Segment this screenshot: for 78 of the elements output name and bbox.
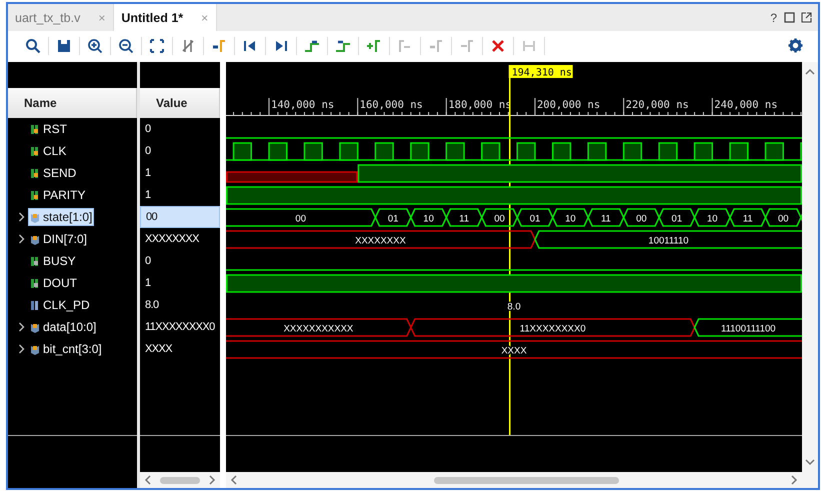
bus-value-label: 10011110 (648, 236, 689, 246)
bus-value-label: 01 (672, 214, 682, 224)
signal-name[interactable]: BUSY (28, 252, 78, 270)
scroll-down-icon[interactable] (805, 458, 815, 466)
signal-value: 1 (144, 188, 152, 203)
real-signal-icon (30, 300, 40, 310)
save-icon[interactable] (56, 38, 72, 54)
zoom-fit-icon[interactable] (149, 38, 165, 54)
time-tick-label: 220,000 ns (626, 99, 689, 111)
scroll-left-icon[interactable] (144, 475, 152, 485)
signal-name[interactable]: DOUT (28, 274, 79, 292)
time-tick-label: 240,000 ns (714, 99, 778, 111)
bus-value-label: 11100111100 (720, 324, 776, 334)
bus-value-label: 00 (295, 214, 306, 224)
signal-value: 1 (144, 276, 152, 291)
signal-value: 0 (144, 122, 152, 137)
bus-value-label: 00 (636, 214, 647, 224)
signal-name[interactable]: DIN[7:0] (28, 230, 90, 248)
bus-value-label: XXXXXXXXXXX (284, 324, 354, 334)
signal-value: 1 (144, 166, 152, 181)
scroll-right-icon[interactable] (208, 475, 216, 485)
scroll-left-icon[interactable] (230, 475, 238, 485)
bus-signal-icon (30, 212, 40, 222)
signal-name[interactable]: RST (28, 120, 69, 138)
signal-name[interactable]: CLK (28, 142, 68, 160)
signal-value: 0 (144, 144, 152, 159)
bus-value-label: 01 (388, 214, 398, 224)
column-header: Name (8, 88, 137, 118)
add-marker-icon[interactable] (366, 38, 382, 54)
bus-value-label: 11XXXXXXXX0 (520, 324, 586, 334)
bus-value-label: 10 (423, 214, 434, 224)
help-button[interactable]: ? (770, 10, 777, 24)
cursor-time-label: 194,310 ns (508, 65, 573, 78)
zoom-out-icon[interactable] (118, 38, 134, 54)
bus-value-label: 00 (494, 214, 505, 224)
signal-value: 00 (140, 206, 220, 228)
time-tick-label: 140,000 ns (271, 99, 334, 111)
zoom-in-icon[interactable] (87, 38, 103, 54)
signal-value: 0 (144, 254, 152, 269)
signal-name[interactable]: CLK_PD (28, 296, 92, 314)
bus-value-label: 11 (600, 214, 611, 224)
expand-chevron-icon[interactable] (18, 344, 25, 354)
bus-signal-icon (30, 234, 40, 244)
bus-value-label: 10 (707, 214, 718, 224)
crossed-cursor-icon[interactable] (180, 38, 196, 54)
expand-chevron-icon[interactable] (18, 234, 25, 244)
maximize-icon[interactable] (784, 12, 795, 23)
close-icon[interactable] (490, 38, 506, 54)
scrollbar-thumb[interactable] (434, 476, 619, 484)
bus-value-label: 01 (530, 214, 540, 224)
pop-out-icon[interactable] (801, 12, 812, 23)
bus-value-label: XXXXXXXX (355, 236, 406, 246)
signal-name[interactable]: PARITY (28, 186, 88, 204)
signal-name[interactable]: data[10:0] (28, 318, 98, 336)
time-tick-label: 160,000 ns (360, 99, 423, 111)
signal-name[interactable]: bit_cnt[3:0] (28, 340, 104, 358)
expand-chevron-icon[interactable] (18, 212, 25, 222)
scroll-right-icon[interactable] (790, 475, 798, 485)
time-tick-label: 200,000 ns (536, 99, 600, 111)
bus-value-label: 11 (742, 214, 753, 224)
signal-name[interactable]: state[1:0] (28, 208, 94, 226)
editor-tab[interactable]: Untitled 1* × (114, 4, 218, 31)
signal-value: 8.0 (144, 298, 160, 313)
signal-value: XXXXXXXX (144, 232, 200, 247)
bus-signal-icon (30, 344, 40, 354)
search-icon[interactable] (25, 38, 41, 54)
expand-chevron-icon[interactable] (18, 322, 25, 332)
bus-value-label: 10 (565, 214, 576, 224)
settings-icon[interactable] (788, 38, 803, 53)
signal-value: XXXX (144, 342, 174, 357)
bus-signal-icon (30, 322, 40, 332)
scroll-up-icon[interactable] (805, 68, 815, 76)
scrollbar-thumb[interactable] (160, 476, 200, 484)
signal-value: 11XXXXXXXX0 (144, 320, 216, 335)
signal-name[interactable]: SEND (28, 164, 78, 182)
bus-value-label: 00 (778, 214, 789, 224)
bus-value-label: 11 (459, 214, 469, 224)
column-header: Value (140, 88, 220, 118)
